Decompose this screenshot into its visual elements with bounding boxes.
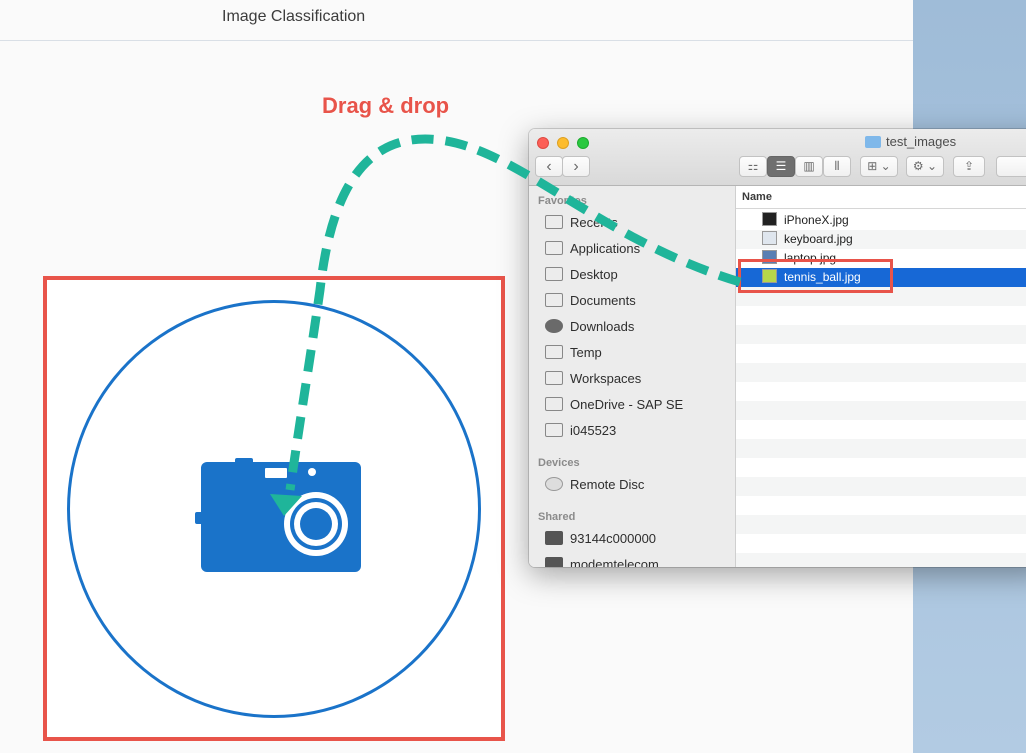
app-title: Image Classification [222,8,366,25]
sidebar-item-label: Workspaces [570,371,642,386]
sidebar-item-label: Downloads [570,319,635,334]
empty-row [736,325,1026,344]
sidebar-item-label: Desktop [570,267,618,282]
image-drop-zone-highlight[interactable] [43,276,505,741]
window-title-text: test_images [886,134,957,149]
close-window-button[interactable] [537,137,549,149]
file-row[interactable]: iPhoneX.jpg [736,211,1026,230]
sidebar-item-label: OneDrive - SAP SE [570,397,684,412]
name-column-header[interactable]: Name [736,186,1026,209]
sidebar-item-onedrive[interactable]: OneDrive - SAP SE [545,394,683,416]
gallery-view-button[interactable]: ⫴ [823,156,851,177]
forward-button[interactable]: › [562,156,590,177]
sidebar-item-shared-computer[interactable]: 93144c000000 [545,528,656,550]
sidebar-item-recents[interactable]: Recents [545,212,618,234]
applications-icon [545,241,563,255]
window-title: test_images [866,134,956,149]
devices-section-label: Devices [538,457,580,469]
file-name: iPhoneX.jpg [784,213,849,227]
desktop-icon [545,267,563,281]
home-icon [545,423,563,437]
empty-row [736,515,1026,534]
back-button[interactable]: ‹ [535,156,563,177]
shared-section-label: Shared [538,511,576,523]
icon-view-button[interactable]: ⚏ [739,156,767,177]
arrange-menu-button[interactable]: ⊞ ⌄ [860,156,898,177]
computer-icon [545,531,563,545]
action-gear-button[interactable]: ⚙ ⌄ [906,156,944,177]
sidebar-item-label: Applications [570,241,641,256]
favorites-section-label: Favorites [538,195,587,207]
list-view-button[interactable]: ☰ [767,156,795,177]
recents-icon [545,215,563,229]
minimize-window-button[interactable] [557,137,569,149]
image-file-icon [762,212,777,226]
folder-icon [545,397,563,411]
sidebar-item-label: modemtelecom [570,557,659,567]
sidebar-item-workspaces[interactable]: Workspaces [545,368,641,390]
folder-icon [545,345,563,359]
camera-icon [195,458,361,572]
sidebar-item-documents[interactable]: Documents [545,290,636,312]
empty-row [736,439,1026,458]
sidebar-item-label: Remote Disc [570,477,645,492]
file-row[interactable]: keyboard.jpg [736,230,1026,249]
sidebar-item-label: 93144c000000 [570,531,657,546]
file-name: keyboard.jpg [784,232,853,246]
downloads-icon [545,319,563,333]
computer-icon [545,557,563,567]
selected-file-highlight [738,259,893,293]
sidebar-item-label: Recents [570,215,618,230]
finder-sidebar: Favorites Recents Applications Desktop D… [529,186,736,567]
empty-row [736,477,1026,496]
tag-button[interactable] [996,156,1026,177]
disc-icon [545,477,563,491]
column-header-label: Name [742,191,772,203]
sidebar-item-shared-modem[interactable]: modemtelecom [545,554,659,567]
file-list: Name iPhoneX.jpg keyboard.jpg laptop.jpg… [736,186,1026,567]
share-button[interactable]: ⇪ [953,156,985,177]
sidebar-item-applications[interactable]: Applications [545,238,640,260]
empty-row [736,553,1026,567]
sidebar-item-label: i045523 [570,423,617,438]
sidebar-item-home[interactable]: i045523 [545,420,616,442]
sidebar-item-desktop[interactable]: Desktop [545,264,618,286]
drag-and-drop-label: Drag & drop [322,93,450,118]
empty-row [736,363,1026,382]
sidebar-item-remote-disc[interactable]: Remote Disc [545,474,644,496]
documents-icon [545,293,563,307]
sidebar-item-temp[interactable]: Temp [545,342,602,364]
maximize-window-button[interactable] [577,137,589,149]
sidebar-item-label: Temp [570,345,602,360]
image-file-icon [762,231,777,245]
sidebar-item-downloads[interactable]: Downloads [545,316,634,338]
finder-window: test_images ‹ › ⚏ ☰ ▥ ⫴ ⊞ ⌄ ⚙ ⌄ ⇪ Favori… [529,129,1026,567]
sidebar-item-label: Documents [570,293,636,308]
empty-row [736,401,1026,420]
finder-titlebar: test_images ‹ › ⚏ ☰ ▥ ⫴ ⊞ ⌄ ⚙ ⌄ ⇪ [529,129,1026,186]
column-view-button[interactable]: ▥ [795,156,823,177]
app-header: Image Classification [0,0,913,41]
folder-icon [545,371,563,385]
